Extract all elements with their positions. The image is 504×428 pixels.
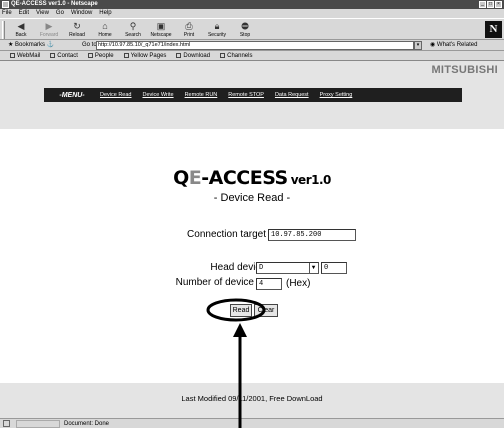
menu-view[interactable]: View <box>36 9 49 18</box>
netscape-logo-icon[interactable]: N <box>485 21 502 38</box>
stop-icon: ⛔︎ <box>241 21 249 31</box>
personal-webmail[interactable]: WebMail <box>10 51 40 61</box>
personal-toolbar: WebMail Contact People Yellow Pages Down… <box>0 51 504 61</box>
menu-bar: File Edit View Go Window Help <box>0 9 504 18</box>
url-field[interactable]: http://10.97.85.10/_q71e71/index.html <box>96 41 414 50</box>
clear-button[interactable]: Clear <box>254 304 278 317</box>
netscape-app-icon <box>2 1 9 8</box>
back-arrow-icon: ◀ <box>17 21 25 31</box>
head-device-select[interactable]: D ▼ <box>256 262 319 274</box>
security-button[interactable]: 🔒︎ Security <box>204 21 230 40</box>
stop-button[interactable]: ⛔︎ Stop <box>232 21 258 40</box>
progress-cell <box>16 420 60 428</box>
head-device-label: Head device <box>210 262 266 273</box>
reload-button[interactable]: ↻ Reload <box>64 21 90 40</box>
bookmark-icon <box>123 52 129 58</box>
minimize-icon[interactable]: _ <box>479 1 486 8</box>
site-menu: -MENU- Device Read Device Write Remote R… <box>44 88 462 102</box>
number-of-device-label: Number of device <box>175 277 254 288</box>
menu-go[interactable]: Go <box>56 9 64 18</box>
bookmark-icon <box>10 52 15 58</box>
link-data-request[interactable]: Data Request <box>275 92 309 98</box>
page-subtitle: - Device Read - <box>213 192 291 204</box>
netscape-icon: ▣ <box>156 21 166 31</box>
page-content: MITSUBISHI -MENU- Device Read Device Wri… <box>0 61 504 418</box>
personal-download[interactable]: Download <box>176 51 210 61</box>
search-button[interactable]: ⚲ Search <box>120 21 146 40</box>
brand-logo: MITSUBISHI <box>431 64 498 76</box>
link-remote-stop[interactable]: Remote STOP <box>228 92 264 98</box>
personal-contact[interactable]: Contact <box>50 51 78 61</box>
chevron-down-icon: ▼ <box>309 263 317 273</box>
page-title: QE-ACCESS ver1.0 <box>173 167 331 189</box>
link-remote-run[interactable]: Remote RUN <box>185 92 218 98</box>
bookmark-icon <box>87 52 93 58</box>
page-header: MITSUBISHI -MENU- Device Read Device Wri… <box>0 61 504 129</box>
location-toolbar: ★ Bookmarks ⚓ Go to: http://10.97.85.10/… <box>0 40 504 51</box>
connection-target-input[interactable]: 10.97.85.200 <box>268 229 356 241</box>
menu-edit[interactable]: Edit <box>19 9 29 18</box>
bookmark-icon <box>176 52 182 58</box>
personal-yellow-pages[interactable]: Yellow Pages <box>123 51 166 61</box>
title-bar: QE-ACCESS ver1.0 - Netscape _ □ × <box>0 0 504 9</box>
head-device-number-input[interactable]: 0 <box>321 262 347 274</box>
menu-help[interactable]: Help <box>99 9 111 18</box>
back-button[interactable]: ◀ Back <box>8 21 34 40</box>
bookmarks-button[interactable]: ★ Bookmarks ⚓ <box>8 41 54 50</box>
personal-people[interactable]: People <box>87 51 114 61</box>
link-device-write[interactable]: Device Write <box>143 92 174 98</box>
forward-button[interactable]: ▶ Forward <box>36 21 62 40</box>
toolbar-grip[interactable] <box>2 21 5 39</box>
connection-target-label: Connection target <box>187 229 266 240</box>
navigation-toolbar: ◀ Back ▶ Forward ↻ Reload ⌂ Home ⚲ Searc… <box>0 18 504 40</box>
close-icon[interactable]: × <box>495 1 502 8</box>
menu-file[interactable]: File <box>2 9 12 18</box>
menu-window[interactable]: Window <box>71 9 92 18</box>
security-icon: 🔒︎ <box>214 21 220 31</box>
whats-related-button[interactable]: ◉ What's Related <box>430 41 477 50</box>
status-text: Document: Done <box>64 421 110 427</box>
search-icon: ⚲ <box>129 21 137 31</box>
menu-label: -MENU- <box>59 91 85 99</box>
home-button[interactable]: ⌂ Home <box>92 21 118 40</box>
home-icon: ⌂ <box>102 21 108 31</box>
print-icon: ⎙ <box>185 21 193 31</box>
security-lock-icon[interactable] <box>3 420 10 427</box>
link-proxy-setting[interactable]: Proxy Setting <box>320 92 353 98</box>
number-of-device-input[interactable]: 4 <box>256 278 282 290</box>
window-title: QE-ACCESS ver1.0 - Netscape <box>11 1 98 7</box>
hex-label: (Hex) <box>286 278 311 289</box>
url-dropdown-icon[interactable]: ▾ <box>414 41 422 50</box>
print-button[interactable]: ⎙ Print <box>176 21 202 40</box>
link-device-read[interactable]: Device Read <box>100 92 132 98</box>
personal-channels[interactable]: Channels <box>220 51 252 61</box>
page-footer: Last Modified 09/11/2001, Free DownLoad <box>0 383 504 418</box>
read-button[interactable]: Read <box>230 304 252 317</box>
status-bar: Document: Done <box>0 418 504 428</box>
last-modified-text: Last Modified 09/11/2001, Free DownLoad <box>181 394 323 403</box>
reload-icon: ↻ <box>73 21 81 31</box>
forward-arrow-icon: ▶ <box>45 21 53 31</box>
folder-icon <box>220 52 226 58</box>
window-controls: _ □ × <box>479 1 502 8</box>
bookmark-icon <box>50 52 56 58</box>
maximize-icon[interactable]: □ <box>487 1 494 8</box>
netscape-button[interactable]: ▣ Netscape <box>148 21 174 40</box>
